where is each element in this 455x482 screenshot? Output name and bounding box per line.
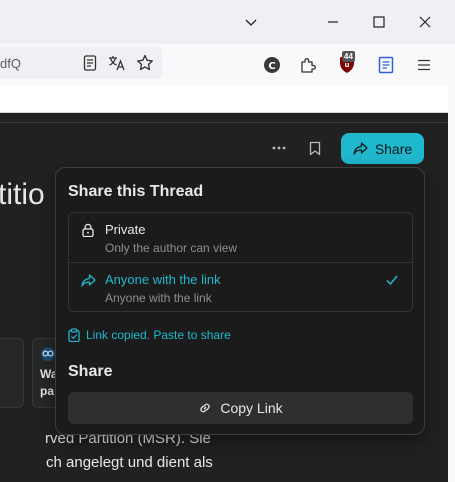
svg-text:u: u	[345, 61, 350, 69]
chevron-down-icon[interactable]	[237, 8, 265, 36]
bookmark-icon[interactable]	[305, 138, 325, 158]
extension-badge: 44	[342, 51, 355, 62]
share-arrow-icon	[80, 272, 96, 288]
link-copied-status: Link copied. Paste to share	[68, 328, 231, 342]
maximize-icon[interactable]	[365, 8, 393, 36]
source-card-text: pa	[40, 384, 55, 398]
lock-icon	[80, 222, 96, 238]
url-text: dfQ	[0, 56, 21, 71]
browser-content-topbar	[0, 86, 448, 113]
option-anyone-with-link[interactable]: Anyone with the link Anyone with the lin…	[69, 263, 412, 312]
translate-icon[interactable]	[106, 52, 128, 74]
link-icon	[198, 401, 212, 415]
extensions-puzzle-icon[interactable]	[297, 54, 319, 76]
minimize-icon[interactable]	[319, 8, 347, 36]
visibility-options: Private Only the author can view Anyone …	[68, 212, 413, 312]
popover-title: Share this Thread	[68, 183, 204, 200]
browser-titlebar	[0, 0, 455, 44]
option-description: Anyone with the link	[105, 291, 212, 305]
answer-text: ch angelegt und dient als	[46, 454, 213, 471]
copy-link-label: Copy Link	[220, 400, 283, 416]
option-private[interactable]: Private Only the author can view	[69, 213, 412, 262]
source-card[interactable]	[0, 338, 24, 408]
close-icon[interactable]	[411, 8, 439, 36]
checkmark-icon	[385, 273, 399, 287]
page-title: titio	[0, 178, 45, 211]
notes-icon[interactable]	[375, 54, 397, 76]
more-dots-icon[interactable]	[269, 138, 289, 158]
browser-toolbar: dfQ C u 44	[0, 44, 455, 86]
source-favicon	[40, 346, 56, 367]
url-bar[interactable]: dfQ	[0, 47, 162, 79]
copy-link-button[interactable]: Copy Link	[68, 392, 413, 424]
share-button[interactable]: Share	[341, 133, 424, 164]
bookmark-star-icon[interactable]	[134, 52, 156, 74]
c-extension-icon[interactable]: C	[261, 54, 283, 76]
share-button-label: Share	[374, 140, 413, 157]
option-title: Private	[105, 222, 146, 237]
option-description: Only the author can view	[105, 241, 238, 255]
link-copied-text: Link copied. Paste to share	[86, 328, 231, 342]
share-thread-popover: Share this Thread Private Only the autho…	[55, 167, 425, 435]
divider	[0, 122, 448, 123]
reader-view-icon[interactable]	[79, 52, 101, 74]
browser-scrollbar[interactable]	[448, 86, 455, 482]
option-title: Anyone with the link	[105, 272, 221, 287]
clipboard-check-icon	[68, 328, 80, 342]
menu-icon[interactable]	[413, 54, 435, 76]
share-arrow-icon	[353, 142, 368, 155]
share-heading: Share	[68, 363, 113, 380]
svg-text:C: C	[268, 61, 275, 72]
